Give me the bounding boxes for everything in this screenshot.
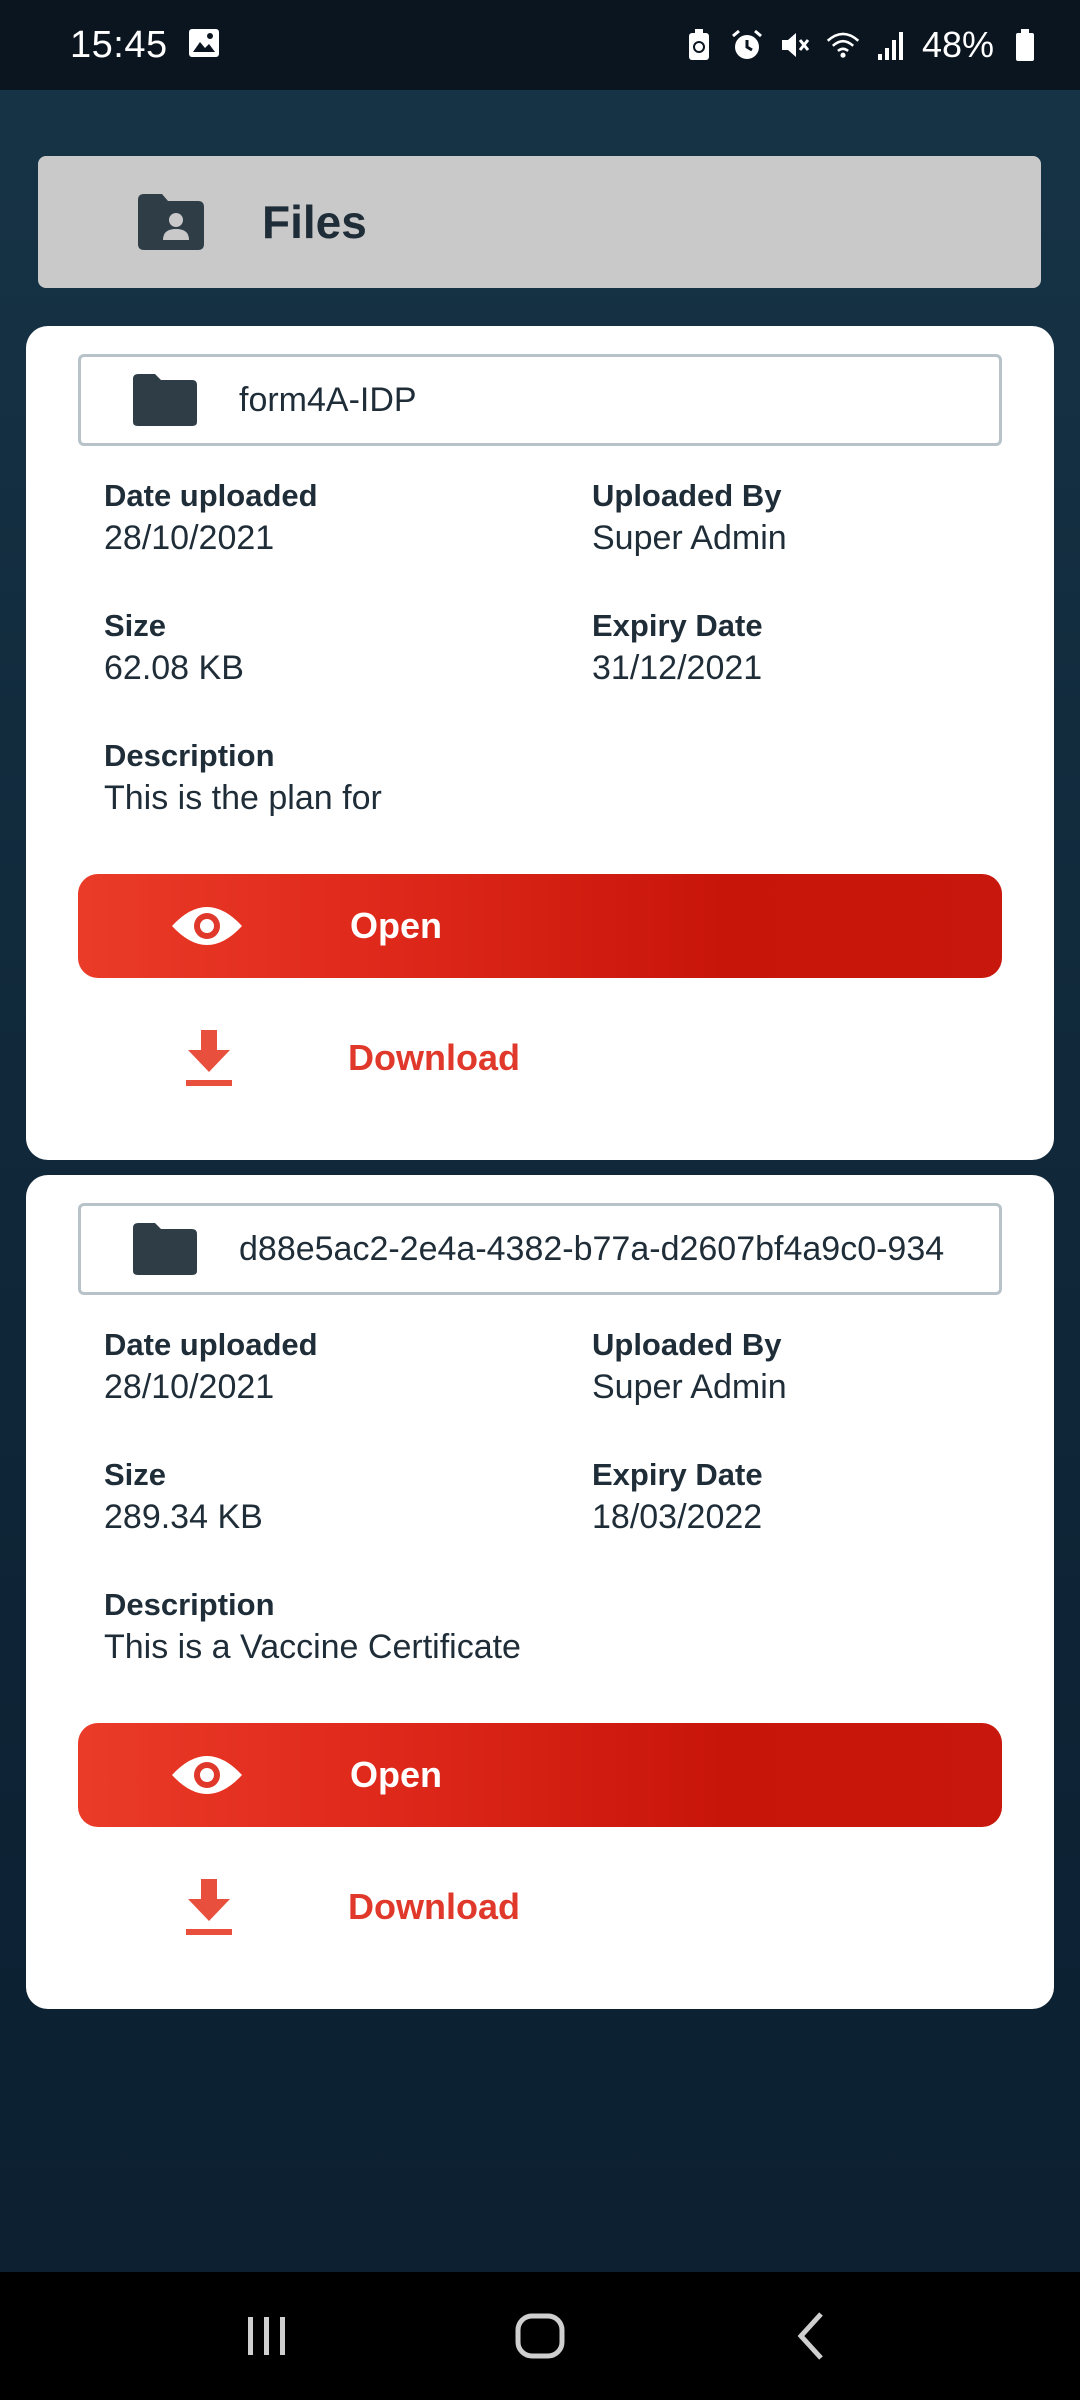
page-title: Files <box>262 196 367 248</box>
uploaded-by-field: Uploaded By Super Admin <box>592 476 787 560</box>
signal-icon <box>874 28 908 62</box>
uploaded-by-field: Uploaded By Super Admin <box>592 1325 787 1409</box>
expiry-date-value: 18/03/2022 <box>592 1498 763 1536</box>
status-bar: 15:45 48% <box>0 0 1080 90</box>
description-value: This is a Vaccine Certificate <box>104 1628 521 1666</box>
description-field: Description This is the plan for <box>104 736 382 820</box>
wifi-icon <box>826 28 860 62</box>
battery-saver-icon <box>682 28 716 62</box>
folder-icon <box>133 1223 197 1275</box>
battery-percent: 48% <box>921 24 994 65</box>
folder-icon <box>133 374 197 426</box>
file-name-box: d88e5ac2-2e4a-4382-b77a-d2607bf4a9c0-934 <box>78 1203 1002 1295</box>
uploaded-by-label: Uploaded By <box>592 478 782 513</box>
file-card: form4A-IDP Date uploaded 28/10/2021 Uplo… <box>26 326 1054 1160</box>
date-uploaded-label: Date uploaded <box>104 478 318 513</box>
description-label: Description <box>104 738 275 773</box>
size-value: 62.08 KB <box>104 649 244 687</box>
eye-icon <box>172 1756 242 1794</box>
description-field: Description This is a Vaccine Certificat… <box>104 1585 521 1669</box>
expiry-date-label: Expiry Date <box>592 608 763 643</box>
uploaded-by-label: Uploaded By <box>592 1327 782 1362</box>
date-uploaded-label: Date uploaded <box>104 1327 318 1362</box>
uploaded-by-value: Super Admin <box>592 1368 787 1406</box>
open-button[interactable]: Open <box>78 1723 1002 1827</box>
file-card: d88e5ac2-2e4a-4382-b77a-d2607bf4a9c0-934… <box>26 1175 1054 2009</box>
download-button-label: Download <box>348 1886 520 1927</box>
download-icon <box>186 1030 232 1086</box>
date-uploaded-value: 28/10/2021 <box>104 519 275 557</box>
size-label: Size <box>104 1457 167 1492</box>
date-uploaded-field: Date uploaded 28/10/2021 <box>104 476 318 560</box>
alarm-icon <box>730 28 764 62</box>
image-icon <box>188 28 220 63</box>
expiry-date-field: Expiry Date 18/03/2022 <box>592 1455 763 1539</box>
uploaded-by-value: Super Admin <box>592 519 787 557</box>
date-uploaded-field: Date uploaded 28/10/2021 <box>104 1325 318 1409</box>
status-time: 15:45 <box>70 23 168 66</box>
download-button[interactable]: Download <box>78 1855 1002 1959</box>
back-icon[interactable] <box>778 2301 848 2371</box>
download-icon <box>186 1879 232 1935</box>
size-field: Size 62.08 KB <box>104 606 244 690</box>
size-field: Size 289.34 KB <box>104 1455 263 1539</box>
open-button-label: Open <box>350 1754 443 1795</box>
size-label: Size <box>104 608 167 643</box>
recent-apps-icon[interactable] <box>232 2301 302 2371</box>
navigation-bar <box>0 2272 1080 2400</box>
home-icon[interactable] <box>505 2301 575 2371</box>
expiry-date-field: Expiry Date 31/12/2021 <box>592 606 763 690</box>
folder-user-icon <box>138 194 204 250</box>
file-name: d88e5ac2-2e4a-4382-b77a-d2607bf4a9c0-934 <box>239 1229 945 1268</box>
battery-icon <box>1008 28 1042 62</box>
eye-icon <box>172 907 242 945</box>
open-button-label: Open <box>350 905 443 946</box>
description-label: Description <box>104 1587 275 1622</box>
expiry-date-value: 31/12/2021 <box>592 649 763 687</box>
open-button[interactable]: Open <box>78 874 1002 978</box>
size-value: 289.34 KB <box>104 1498 263 1536</box>
description-value: This is the plan for <box>104 779 382 817</box>
mute-icon <box>778 28 812 62</box>
date-uploaded-value: 28/10/2021 <box>104 1368 275 1406</box>
download-button[interactable]: Download <box>78 1006 1002 1110</box>
file-name-box: form4A-IDP <box>78 354 1002 446</box>
expiry-date-label: Expiry Date <box>592 1457 763 1492</box>
file-name: form4A-IDP <box>239 380 417 419</box>
files-header: Files <box>38 156 1041 288</box>
download-button-label: Download <box>348 1037 520 1078</box>
